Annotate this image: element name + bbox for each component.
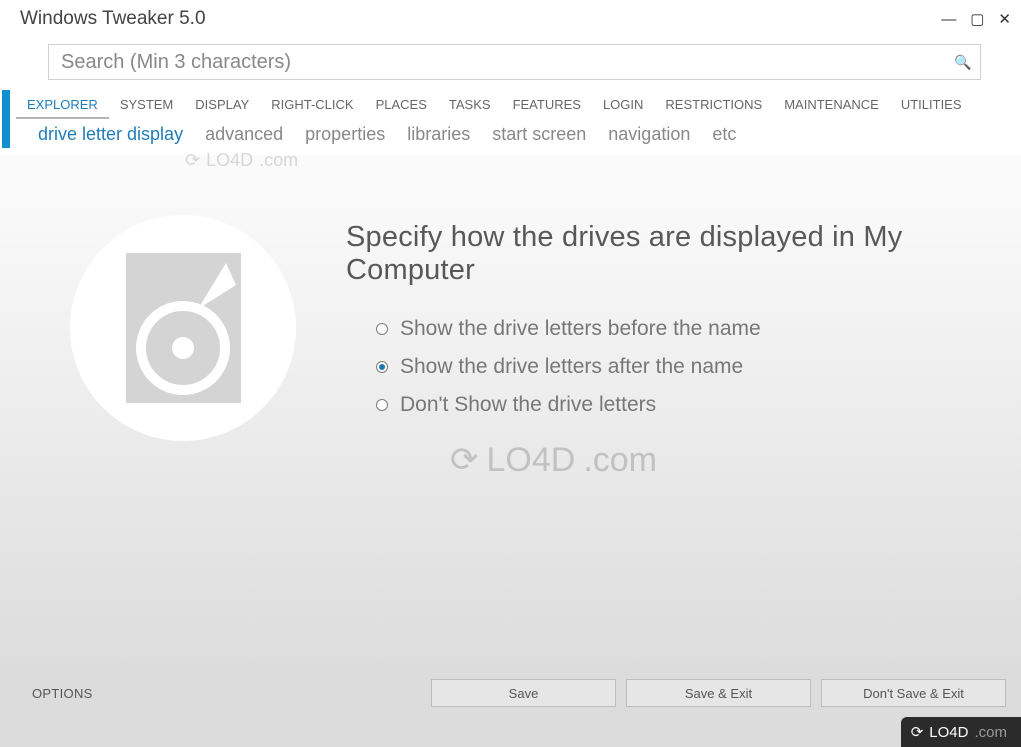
- search-box[interactable]: 🔍: [48, 44, 981, 80]
- subtab-drive-letter-display[interactable]: drive letter display: [38, 124, 183, 145]
- section-heading: Specify how the drives are displayed in …: [346, 221, 971, 287]
- close-button[interactable]: ✕: [998, 12, 1011, 27]
- subtab-etc[interactable]: etc: [712, 124, 736, 145]
- radio-option-before[interactable]: Show the drive letters before the name: [376, 317, 971, 341]
- subtab-libraries[interactable]: libraries: [407, 124, 470, 145]
- radio-label: Show the drive letters before the name: [400, 317, 761, 341]
- subtab-properties[interactable]: properties: [305, 124, 385, 145]
- tab-restrictions[interactable]: RESTRICTIONS: [654, 90, 773, 119]
- maximize-button[interactable]: ▢: [970, 12, 984, 27]
- radio-group: Show the drive letters before the name S…: [346, 317, 971, 417]
- radio-icon: [376, 323, 388, 335]
- minimize-button[interactable]: —: [941, 12, 956, 27]
- hard-drive-icon: [126, 253, 241, 403]
- tab-login[interactable]: LOGIN: [592, 90, 654, 119]
- save-button[interactable]: Save: [431, 679, 616, 707]
- search-icon[interactable]: 🔍: [946, 54, 980, 71]
- save-exit-button[interactable]: Save & Exit: [626, 679, 811, 707]
- tab-right-click[interactable]: RIGHT-CLICK: [260, 90, 364, 119]
- radio-icon: [376, 361, 388, 373]
- window-title: Windows Tweaker 5.0: [20, 8, 941, 30]
- radio-icon: [376, 399, 388, 411]
- tab-explorer[interactable]: EXPLORER: [16, 90, 109, 119]
- accent-strip: [2, 90, 10, 148]
- subtab-start-screen[interactable]: start screen: [492, 124, 586, 145]
- dont-save-exit-button[interactable]: Don't Save & Exit: [821, 679, 1006, 707]
- tab-display[interactable]: DISPLAY: [184, 90, 260, 119]
- subtab-navigation[interactable]: navigation: [608, 124, 690, 145]
- options-link[interactable]: OPTIONS: [32, 686, 93, 701]
- tab-maintenance[interactable]: MAINTENANCE: [773, 90, 890, 119]
- sub-tabs: drive letter display advanced properties…: [16, 119, 973, 155]
- main-tabs: EXPLORER SYSTEM DISPLAY RIGHT-CLICK PLAC…: [16, 90, 973, 119]
- tab-places[interactable]: PLACES: [365, 90, 438, 119]
- tab-tasks[interactable]: TASKS: [438, 90, 502, 119]
- drive-icon: [70, 215, 296, 441]
- radio-label: Show the drive letters after the name: [400, 355, 743, 379]
- tab-features[interactable]: FEATURES: [502, 90, 592, 119]
- tab-utilities[interactable]: UTILITIES: [890, 90, 973, 119]
- radio-label: Don't Show the drive letters: [400, 393, 656, 417]
- radio-option-none[interactable]: Don't Show the drive letters: [376, 393, 971, 417]
- radio-option-after[interactable]: Show the drive letters after the name: [376, 355, 971, 379]
- lo4d-badge: ⟳ LO4D.com: [901, 717, 1021, 747]
- tab-system[interactable]: SYSTEM: [109, 90, 184, 119]
- subtab-advanced[interactable]: advanced: [205, 124, 283, 145]
- search-input[interactable]: [49, 47, 946, 78]
